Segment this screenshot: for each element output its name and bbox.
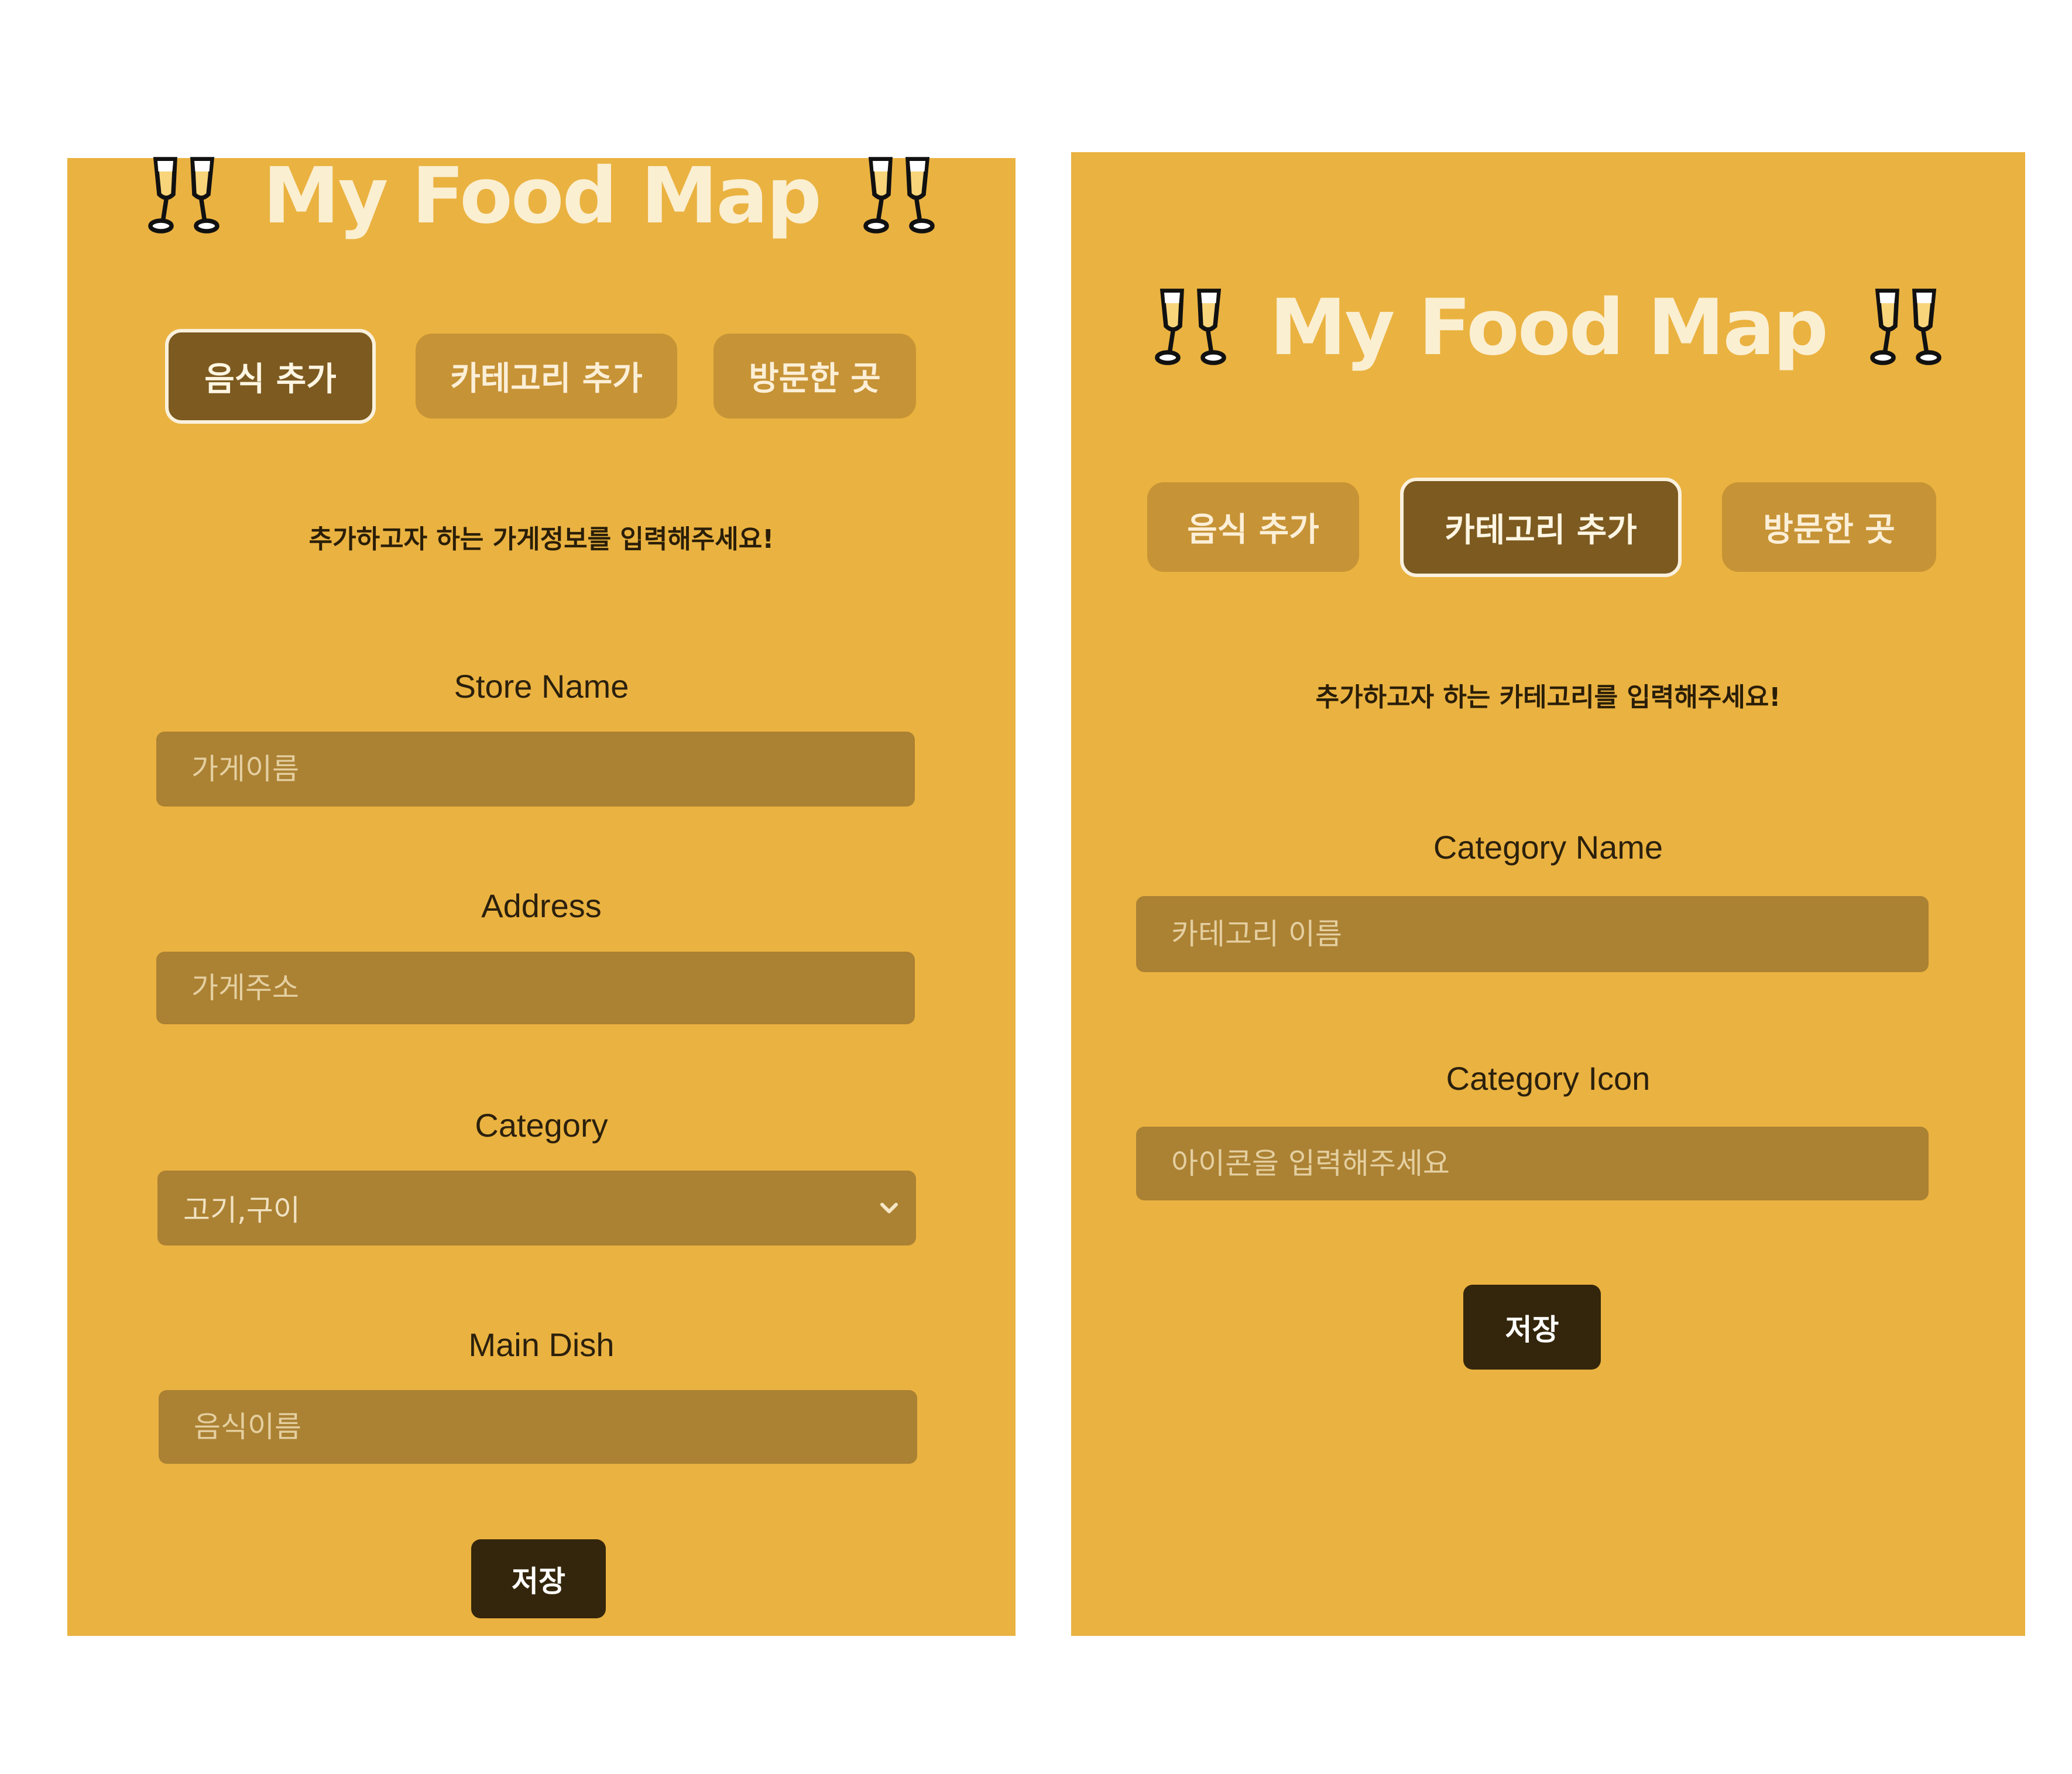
app-header: My Food Map [67,146,1016,246]
category-icon-label: Category Icon [1446,1060,1651,1097]
instruction-text: 추가하고자 하는 가게정보를 입력해주세요! [308,524,774,554]
tab-food-add[interactable]: 음식 추가 [1147,482,1359,572]
chevron-down-icon [880,1203,898,1213]
tab-visited-places[interactable]: 방문한 곳 [1722,482,1936,572]
category-icon-input[interactable] [1136,1127,1929,1200]
instruction-text: 추가하고자 하는 카테고리를 입력해주세요! [1315,682,1781,712]
save-button[interactable]: 저장 [1463,1285,1601,1370]
store-name-label: Store Name [454,668,629,705]
category-selected-value: 고기,구이 [183,1193,300,1227]
food-add-screen: My Food Map 음식 추가 카테고리 추가 방문한 곳 추가하고자 하는… [67,151,1016,1636]
main-dish-input[interactable] [159,1390,917,1464]
address-input[interactable] [156,952,915,1024]
main-dish-label: Main Dish [468,1326,615,1363]
category-name-input[interactable] [1136,896,1929,972]
app-header: My Food Map [1071,269,2025,386]
save-button[interactable]: 저장 [471,1539,606,1618]
store-name-input[interactable] [156,732,915,807]
tab-category-add[interactable]: 카테고리 추가 [416,334,677,418]
cheers-glasses-icon [855,152,943,240]
category-select[interactable]: 고기,구이 [157,1171,916,1245]
tab-category-add[interactable]: 카테고리 추가 [1400,478,1682,577]
app-title: My Food Map [1270,283,1829,373]
category-label: Category [475,1107,608,1144]
tab-visited-places[interactable]: 방문한 곳 [713,334,916,418]
category-name-label: Category Name [1433,829,1663,866]
address-label: Address [481,887,602,924]
cheers-glasses-icon [1862,284,1950,372]
tab-food-add[interactable]: 음식 추가 [165,329,376,424]
cheers-glasses-icon [140,152,228,240]
cheers-glasses-icon [1147,284,1234,372]
app-title: My Food Map [263,151,822,241]
category-add-screen: My Food Map 음식 추가 카테고리 추가 방문한 곳 추가하고자 하는… [1071,152,2025,1636]
